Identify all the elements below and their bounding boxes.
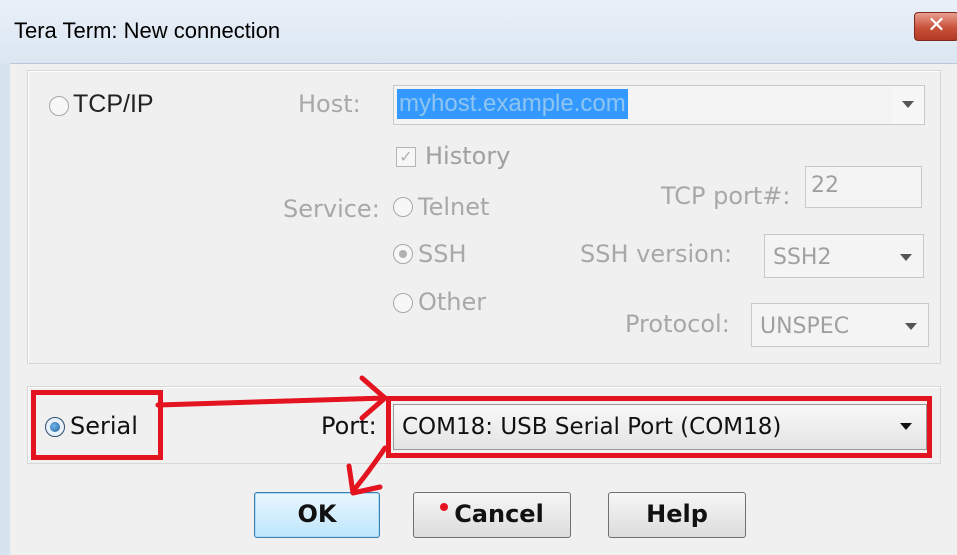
- telnet-label[interactable]: Telnet: [418, 193, 489, 221]
- ssh-version-value: SSH2: [773, 245, 832, 270]
- ssh-version-select[interactable]: SSH2: [764, 234, 924, 278]
- other-label[interactable]: Other: [418, 288, 486, 316]
- chevron-down-icon: [905, 323, 917, 330]
- focus-dot-icon: [440, 503, 449, 511]
- tcpip-radio[interactable]: [49, 96, 69, 116]
- cancel-button[interactable]: Cancel: [413, 492, 571, 538]
- ssh-radio[interactable]: [393, 244, 413, 264]
- arrow-to-ok-head: [346, 463, 383, 496]
- serial-label[interactable]: Serial: [70, 412, 138, 440]
- tcpip-label[interactable]: TCP/IP: [73, 90, 154, 119]
- chevron-down-icon: [900, 423, 912, 430]
- ssh-version-label: SSH version:: [580, 240, 733, 268]
- cancel-label: Cancel: [454, 500, 544, 528]
- title-bar: Tera Term: New connection ✕: [0, 0, 957, 64]
- history-label[interactable]: History: [425, 142, 510, 170]
- ssh-label[interactable]: SSH: [418, 240, 467, 268]
- protocol-label: Protocol:: [625, 310, 730, 338]
- close-icon: ✕: [927, 13, 946, 38]
- host-input[interactable]: myhost.example.com: [397, 89, 628, 119]
- tcp-port-label: TCP port#:: [661, 182, 791, 210]
- service-label: Service:: [283, 195, 380, 223]
- port-label: Port:: [321, 412, 377, 440]
- host-label: Host:: [298, 90, 361, 118]
- other-radio[interactable]: [393, 293, 413, 313]
- port-select[interactable]: COM18: USB Serial Port (COM18): [393, 404, 927, 450]
- tcp-port-input[interactable]: 22: [805, 166, 922, 208]
- chevron-down-icon: [902, 101, 914, 108]
- ok-button[interactable]: OK: [254, 492, 380, 538]
- protocol-select[interactable]: UNSPEC: [751, 303, 929, 347]
- history-checkbox[interactable]: ✓: [396, 147, 416, 167]
- telnet-radio[interactable]: [393, 197, 413, 217]
- close-button[interactable]: ✕: [914, 12, 957, 41]
- help-button[interactable]: Help: [608, 492, 746, 538]
- window-left-border: [0, 63, 10, 555]
- chevron-down-icon: [900, 254, 912, 261]
- tcp-port-value: 22: [811, 173, 839, 198]
- serial-radio[interactable]: [45, 417, 65, 437]
- protocol-value: UNSPEC: [760, 314, 850, 339]
- window-title: Tera Term: New connection: [14, 18, 281, 43]
- port-value: COM18: USB Serial Port (COM18): [402, 414, 782, 440]
- host-combobox[interactable]: myhost.example.com: [393, 85, 925, 125]
- host-dropdown-button[interactable]: [892, 86, 924, 124]
